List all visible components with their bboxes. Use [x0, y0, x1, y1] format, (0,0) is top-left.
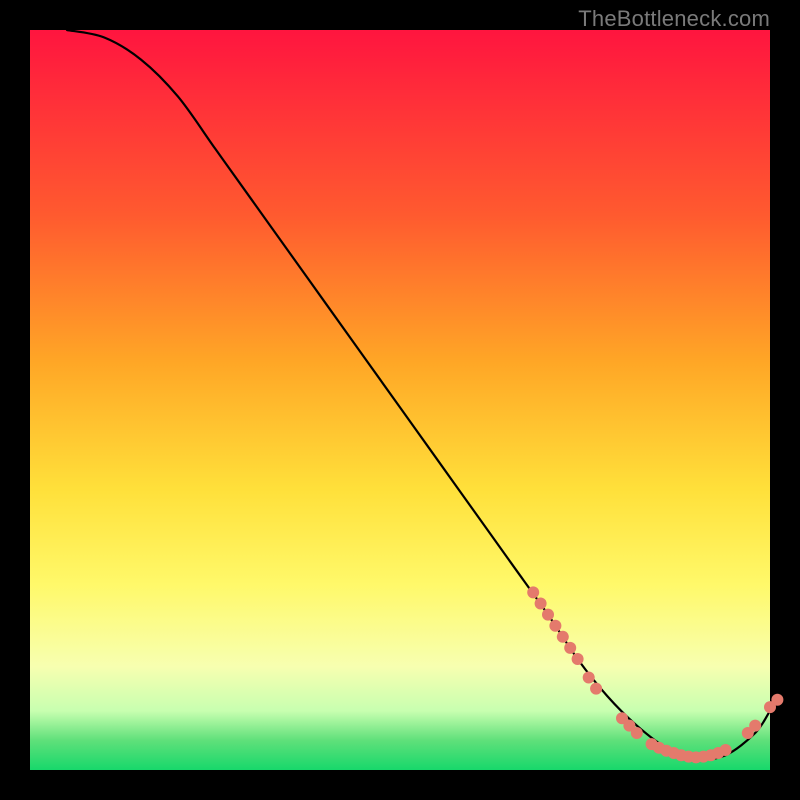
curve-marker [590, 683, 602, 695]
curve-marker [583, 672, 595, 684]
curve-marker [564, 642, 576, 654]
bottleneck-curve [67, 30, 770, 759]
curve-marker [749, 720, 761, 732]
curve-marker [572, 653, 584, 665]
chart-container: TheBottleneck.com [0, 0, 800, 800]
curve-marker [720, 744, 732, 756]
watermark-text: TheBottleneck.com [578, 6, 770, 32]
curve-marker [542, 609, 554, 621]
curve-layer [30, 30, 770, 770]
curve-marker [535, 598, 547, 610]
plot-area [30, 30, 770, 770]
curve-markers [527, 586, 783, 763]
curve-marker [527, 586, 539, 598]
curve-marker [631, 727, 643, 739]
curve-marker [549, 620, 561, 632]
curve-marker [557, 631, 569, 643]
curve-marker [771, 694, 783, 706]
